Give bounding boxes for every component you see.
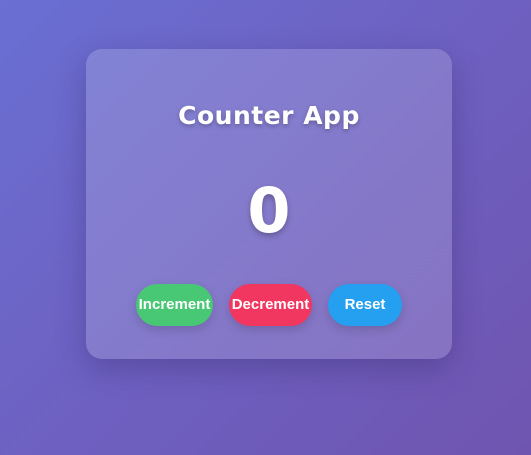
- button-row: Increment Decrement Reset: [86, 284, 452, 326]
- counter-card: Counter App 0 Increment Decrement Reset: [86, 49, 452, 359]
- increment-button[interactable]: Increment: [136, 284, 213, 326]
- reset-button[interactable]: Reset: [328, 284, 402, 326]
- counter-value: 0: [247, 174, 291, 247]
- decrement-button[interactable]: Decrement: [229, 284, 312, 326]
- app-title: Counter App: [178, 101, 360, 130]
